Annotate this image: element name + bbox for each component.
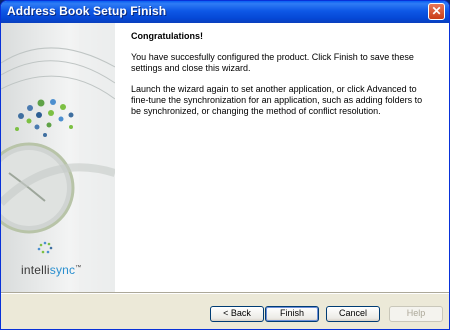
wizard-message: Congratulations! You have succesfully co… — [131, 31, 431, 127]
back-button[interactable]: < Back — [210, 306, 264, 322]
finish-button[interactable]: Finish — [265, 306, 319, 322]
close-icon: ✕ — [431, 4, 442, 18]
page-heading: Congratulations! — [131, 31, 203, 41]
title-bar[interactable]: Address Book Setup Finish ✕ — [1, 1, 449, 23]
help-button[interactable]: Help — [389, 306, 443, 322]
logo-text-suffix: sync — [49, 263, 76, 277]
window-title: Address Book Setup Finish — [7, 4, 167, 18]
logo-trademark: ™ — [75, 265, 82, 271]
cancel-button[interactable]: Cancel — [326, 306, 380, 322]
wizard-window: Address Book Setup Finish ✕ intellisync™… — [0, 0, 450, 330]
logo-text-prefix: intelli — [21, 263, 50, 277]
message-paragraph-2: Launch the wizard again to set another a… — [131, 84, 423, 116]
message-paragraph-1: You have succesfully configured the prod… — [131, 52, 414, 73]
footer-separator — [1, 292, 449, 294]
close-button[interactable]: ✕ — [428, 3, 445, 20]
banner-graphic — [1, 23, 115, 292]
intellisync-logo: intellisync™ — [21, 263, 81, 277]
wizard-side-banner: intellisync™ — [1, 23, 115, 292]
wizard-content: intellisync™ Congratulations! You have s… — [1, 23, 449, 292]
